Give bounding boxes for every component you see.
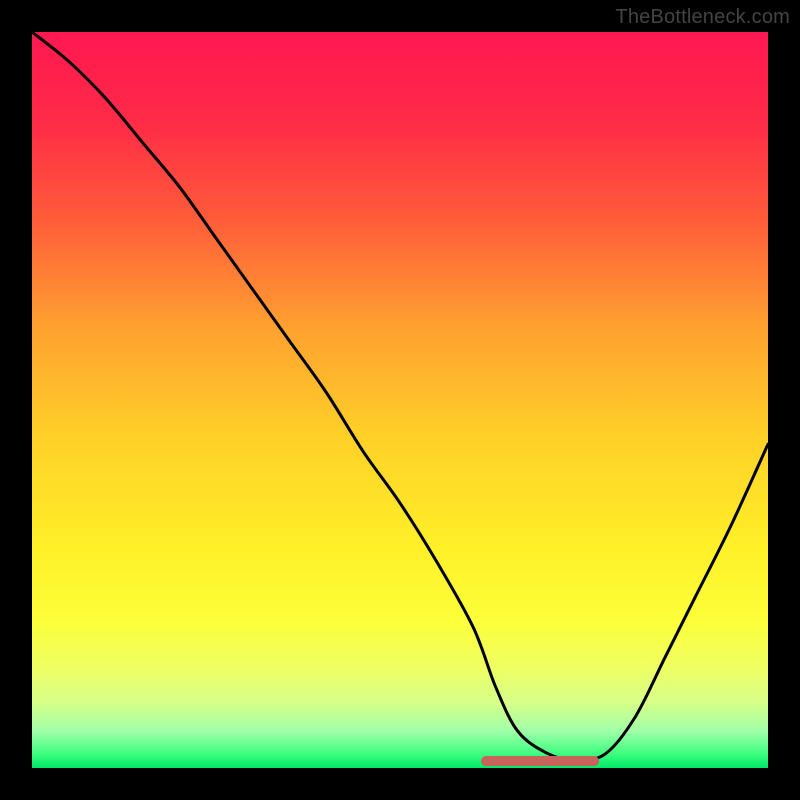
watermark-text: TheBottleneck.com (615, 6, 790, 29)
bottleneck-curve (32, 32, 768, 768)
optimal-range-marker (481, 756, 599, 766)
chart-area (32, 32, 768, 768)
